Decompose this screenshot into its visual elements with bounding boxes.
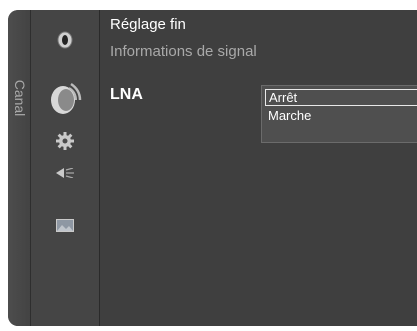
input-icon[interactable] — [57, 31, 73, 49]
menu-item-fine-tune[interactable]: Réglage fin — [110, 16, 186, 33]
gear-icon[interactable] — [56, 132, 74, 150]
settings-panel: Réglage fin Informations de signal LNA A… — [100, 10, 417, 326]
satellite-dish-icon[interactable] — [47, 78, 83, 118]
option-off[interactable]: Arrêt — [265, 89, 417, 106]
menu-icon-column — [31, 10, 101, 326]
lna-options-dropdown[interactable]: Arrêt Marche — [261, 85, 417, 143]
menu-item-lna[interactable]: LNA — [110, 86, 143, 104]
menu-item-signal-info[interactable]: Informations de signal — [110, 43, 257, 60]
option-on[interactable]: Marche — [265, 107, 417, 124]
sound-icon[interactable] — [56, 168, 74, 178]
category-tab: Canal — [8, 10, 31, 326]
picture-icon[interactable] — [56, 219, 74, 232]
category-label: Canal — [12, 79, 28, 117]
tv-menu-screen: Canal Réglage fin Informations de signal… — [8, 10, 417, 326]
